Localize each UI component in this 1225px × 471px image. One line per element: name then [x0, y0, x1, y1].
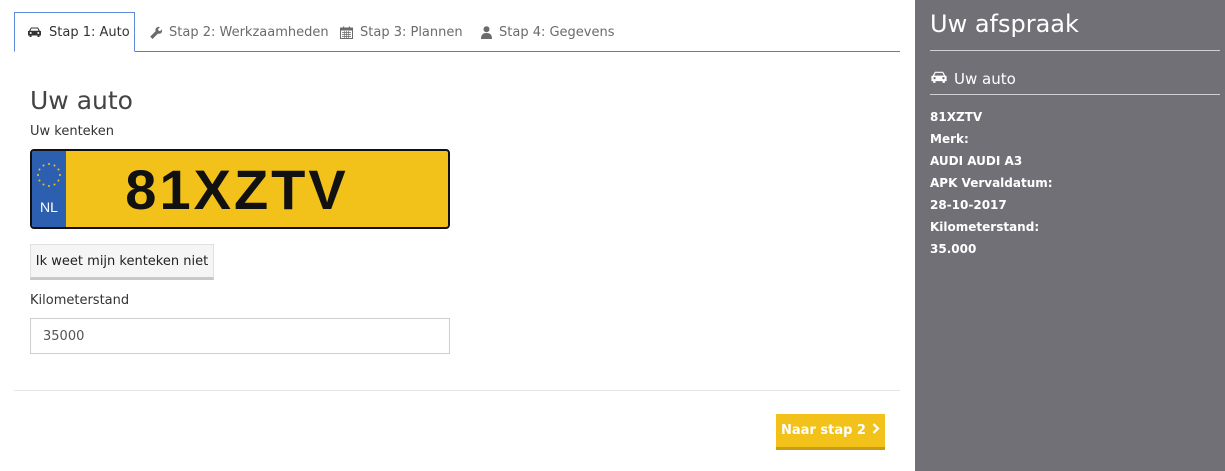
- info-apk-label: APK Vervaldatum:: [930, 176, 1053, 190]
- info-brand-label: Merk:: [930, 132, 969, 146]
- divider: [14, 390, 900, 391]
- plate-country-code: NL: [40, 199, 58, 215]
- calendar-icon: [340, 26, 353, 39]
- main-panel: Stap 1: Auto Stap 2: Werkzaamheden Stap …: [0, 0, 915, 471]
- sidebar-subtitle: Uw auto: [930, 70, 1016, 88]
- sidebar-divider: [930, 94, 1220, 95]
- user-icon: [481, 25, 492, 39]
- next-step-label: Naar stap 2: [781, 423, 866, 438]
- eu-flag-strip: NL: [32, 151, 66, 227]
- km-input[interactable]: [30, 318, 450, 354]
- tab-label: Stap 4: Gegevens: [499, 24, 615, 40]
- tab-step-4-gegevens[interactable]: Stap 4: Gegevens: [469, 12, 627, 52]
- plate-number: 81XZTV: [125, 157, 349, 221]
- sidebar-divider: [930, 50, 1220, 51]
- license-plate[interactable]: NL 81XZTV: [30, 149, 450, 229]
- appointment-sidebar: Uw afspraak Uw auto 81XZTV Merk: AUDI AU…: [915, 0, 1225, 471]
- km-label: Kilometerstand: [30, 293, 130, 308]
- step-tabs: Stap 1: Auto Stap 2: Werkzaamheden Stap …: [14, 12, 900, 52]
- tab-label: Stap 2: Werkzaamheden: [169, 24, 329, 40]
- info-brand-value: AUDI AUDI A3: [930, 154, 1023, 168]
- wrench-icon: [149, 26, 162, 39]
- tab-label: Stap 3: Plannen: [360, 24, 463, 40]
- page-title: Uw auto: [30, 86, 133, 115]
- info-apk-value: 28-10-2017: [930, 198, 1007, 212]
- info-km-value: 35.000: [930, 242, 977, 256]
- next-step-button[interactable]: Naar stap 2: [776, 414, 885, 450]
- tab-step-2-werkzaamheden[interactable]: Stap 2: Werkzaamheden: [137, 12, 341, 52]
- chevron-right-icon: [872, 423, 880, 438]
- tab-label: Stap 1: Auto: [49, 24, 130, 40]
- sidebar-subtitle-label: Uw auto: [954, 70, 1016, 88]
- car-info-list: 81XZTV Merk: AUDI AUDI A3 APK Vervaldatu…: [930, 106, 1053, 260]
- unknown-plate-button[interactable]: Ik weet mijn kenteken niet: [30, 244, 214, 280]
- tab-step-3-plannen[interactable]: Stap 3: Plannen: [328, 12, 475, 52]
- tab-step-1-auto[interactable]: Stap 1: Auto: [14, 12, 135, 52]
- car-icon: [27, 26, 42, 38]
- info-km-label: Kilometerstand:: [930, 220, 1040, 234]
- info-plate: 81XZTV: [930, 110, 983, 124]
- plate-label: Uw kenteken: [30, 124, 114, 139]
- car-icon: [930, 70, 948, 88]
- eu-stars-icon: [37, 163, 61, 187]
- sidebar-title: Uw afspraak: [930, 10, 1079, 38]
